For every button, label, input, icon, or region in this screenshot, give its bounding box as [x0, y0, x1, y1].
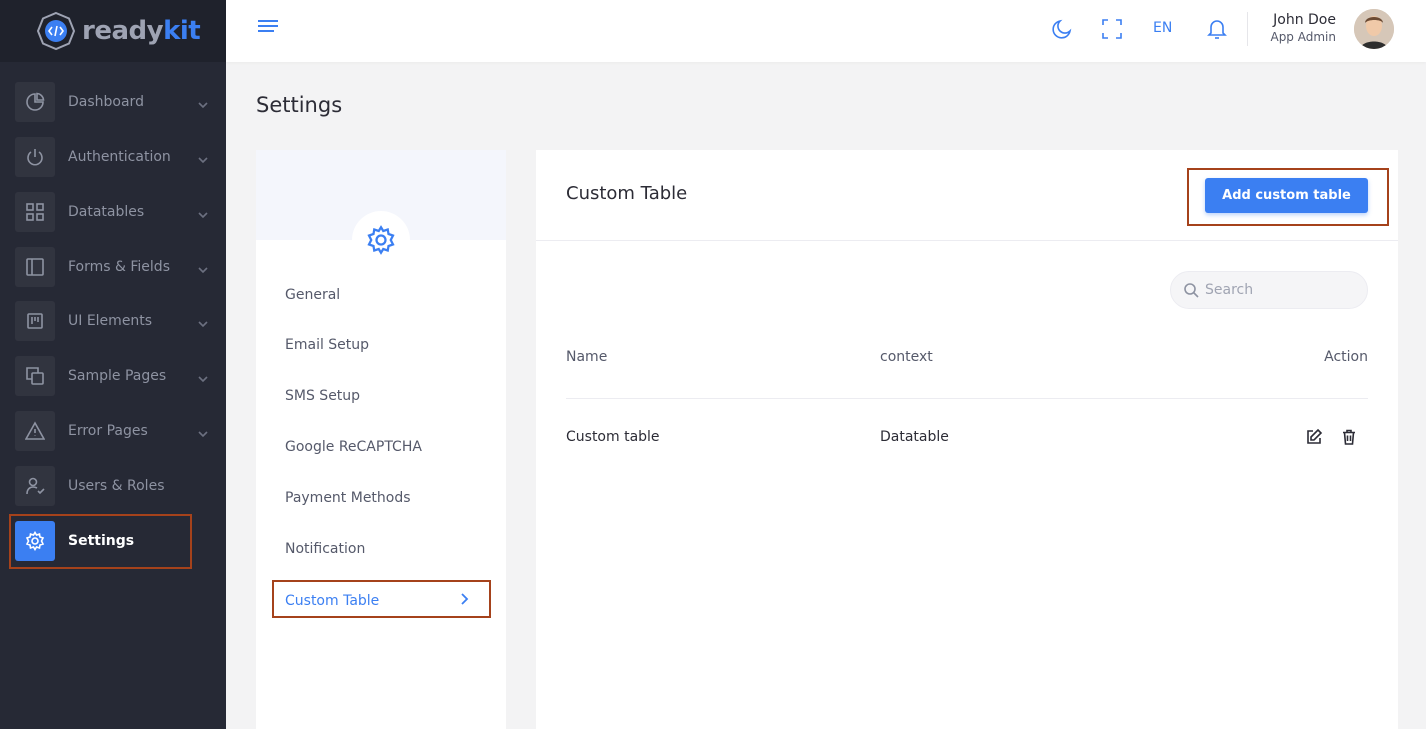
sidebar-item-label: Authentication — [68, 149, 171, 165]
sidebar-item-dashboard[interactable]: Dashboard — [15, 82, 211, 122]
card-title: Custom Table — [566, 183, 688, 204]
settings-link-sms-setup[interactable]: SMS Setup — [285, 388, 360, 404]
sidebar-item-label: Sample Pages — [68, 368, 167, 384]
sidebar-item-sample-pages[interactable]: Sample Pages — [15, 356, 211, 396]
trash-icon[interactable] — [1340, 428, 1358, 446]
warning-icon — [15, 411, 55, 451]
sidebar-item-settings[interactable]: Settings — [15, 521, 211, 561]
chevron-down-icon — [197, 206, 209, 219]
sidebar-item-users-roles[interactable]: Users & Roles — [15, 466, 211, 506]
sidebar-item-label: Forms & Fields — [68, 259, 170, 275]
menu-toggle-icon[interactable] — [258, 20, 278, 36]
language-selector[interactable]: EN — [1153, 20, 1172, 36]
chevron-down-icon — [197, 261, 209, 274]
pie-chart-icon — [15, 82, 55, 122]
search-input[interactable] — [1205, 272, 1360, 308]
sidebar-item-label: Users & Roles — [68, 478, 165, 494]
settings-link-custom-table[interactable]: Custom Table — [285, 592, 471, 610]
column-header-name: Name — [566, 349, 608, 365]
search-icon — [1184, 283, 1199, 298]
settings-link-notification[interactable]: Notification — [285, 541, 365, 557]
settings-link-payment-methods[interactable]: Payment Methods — [285, 490, 411, 506]
settings-menu-card: General Email Setup SMS Setup Google ReC… — [256, 150, 506, 729]
gear-icon — [352, 211, 410, 269]
edit-icon[interactable] — [1305, 428, 1323, 446]
user-check-icon — [15, 466, 55, 506]
chevron-down-icon — [197, 96, 209, 109]
sidebar-item-label: UI Elements — [68, 313, 153, 329]
sidebar-item-authentication[interactable]: Authentication — [15, 137, 211, 177]
topbar: EN John Doe App Admin — [226, 0, 1426, 62]
column-header-context: context — [880, 349, 933, 365]
table-cell-context: Datatable — [880, 429, 949, 445]
settings-link-general[interactable]: General — [285, 287, 340, 303]
card-header: Custom Table Add custom table — [536, 150, 1398, 241]
chevron-right-icon — [457, 592, 471, 610]
settings-link-email-setup[interactable]: Email Setup — [285, 337, 369, 353]
search-box — [1170, 271, 1368, 309]
page-title: Settings — [256, 93, 343, 117]
chevron-down-icon — [197, 425, 209, 438]
column-header-action: Action — [1324, 349, 1368, 365]
copy-icon — [15, 356, 55, 396]
sidebar-item-error-pages[interactable]: Error Pages — [15, 411, 211, 451]
avatar[interactable] — [1354, 9, 1394, 49]
brand-name: readykit — [82, 16, 201, 46]
sidebar-item-label: Dashboard — [68, 94, 144, 110]
chevron-down-icon — [197, 151, 209, 164]
sidebar-layout-icon — [15, 247, 55, 287]
add-custom-table-button[interactable]: Add custom table — [1205, 178, 1368, 213]
divider — [1247, 12, 1248, 46]
brand[interactable]: readykit — [0, 0, 226, 62]
user-role: App Admin — [1270, 30, 1336, 44]
board-icon — [15, 301, 55, 341]
user-name: John Doe — [1273, 12, 1336, 28]
settings-link-label: Custom Table — [285, 593, 380, 609]
sidebar: readykit Dashboard Authentication Datata… — [0, 0, 226, 729]
settings-link-google-recaptcha[interactable]: Google ReCAPTCHA — [285, 439, 422, 455]
moon-icon[interactable] — [1050, 17, 1074, 41]
custom-table-card: Custom Table Add custom table Name conte… — [536, 150, 1398, 729]
sidebar-item-label: Datatables — [68, 204, 145, 220]
fullscreen-icon[interactable] — [1100, 17, 1124, 41]
bell-icon[interactable] — [1205, 17, 1229, 41]
sidebar-item-datatables[interactable]: Datatables — [15, 192, 211, 232]
table-divider — [566, 398, 1368, 399]
brand-logo-icon — [36, 11, 76, 51]
sidebar-item-forms-fields[interactable]: Forms & Fields — [15, 247, 211, 287]
sidebar-item-label: Error Pages — [68, 423, 148, 439]
grid-icon — [15, 192, 55, 232]
sidebar-item-ui-elements[interactable]: UI Elements — [15, 301, 211, 341]
chevron-down-icon — [197, 370, 209, 383]
sidebar-item-label: Settings — [68, 533, 135, 549]
gear-icon — [15, 521, 55, 561]
table-cell-name: Custom table — [566, 429, 660, 445]
chevron-down-icon — [197, 315, 209, 328]
power-icon — [15, 137, 55, 177]
